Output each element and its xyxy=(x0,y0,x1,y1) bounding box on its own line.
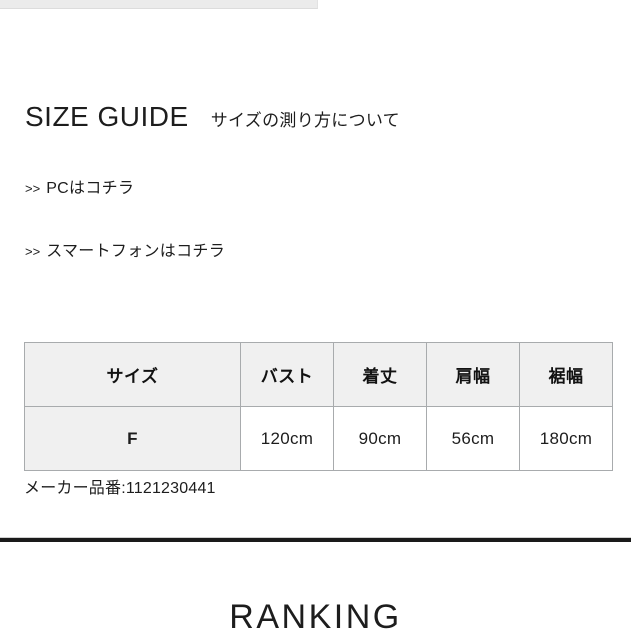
size-guide-title-en: SIZE GUIDE xyxy=(25,101,189,132)
page-title: SIZE GUIDE サイズの測り方について xyxy=(25,103,400,131)
top-partial-bar xyxy=(0,0,318,9)
link-smartphone-size-guide[interactable]: >> スマートフォンはコチラ xyxy=(25,244,225,260)
size-table: サイズ バスト 着丈 肩幅 裾幅 F 120cm 90cm 56cm 180cm xyxy=(24,342,613,471)
chevron-double-right-icon: >> xyxy=(25,181,41,196)
cell-bust-value: 120cm xyxy=(240,406,334,471)
link-pc-label: PCはコチラ xyxy=(46,180,135,197)
table-header-shoulder: 肩幅 xyxy=(426,342,520,407)
size-guide-page: SIZE GUIDE サイズの測り方について >> PCはコチラ >> スマートフォン… xyxy=(0,0,640,640)
table-header-length: 着丈 xyxy=(333,342,427,407)
table-header-size: サイズ xyxy=(24,342,241,407)
cell-hem-value: 180cm xyxy=(519,406,613,471)
chevron-double-right-icon: >> xyxy=(25,244,41,259)
size-guide-title-ja: サイズの測り方について xyxy=(210,111,400,130)
size-table-container: サイズ バスト 着丈 肩幅 裾幅 F 120cm 90cm 56cm 180cm xyxy=(24,342,613,471)
table-row: F 120cm 90cm 56cm 180cm xyxy=(24,406,613,471)
link-smartphone-label: スマートフォンはコチラ xyxy=(46,243,226,260)
cell-shoulder-value: 56cm xyxy=(426,406,520,471)
table-header-row: サイズ バスト 着丈 肩幅 裾幅 xyxy=(24,342,613,407)
cell-size-value: F xyxy=(24,406,241,471)
table-header-bust: バスト xyxy=(240,342,334,407)
maker-product-number: メーカー品番:1121230441 xyxy=(24,480,216,497)
section-divider xyxy=(0,537,631,542)
ranking-section-title: RANKING xyxy=(229,598,402,636)
link-pc-size-guide[interactable]: >> PCはコチラ xyxy=(25,181,134,197)
table-header-hem: 裾幅 xyxy=(519,342,613,407)
cell-length-value: 90cm xyxy=(333,406,427,471)
